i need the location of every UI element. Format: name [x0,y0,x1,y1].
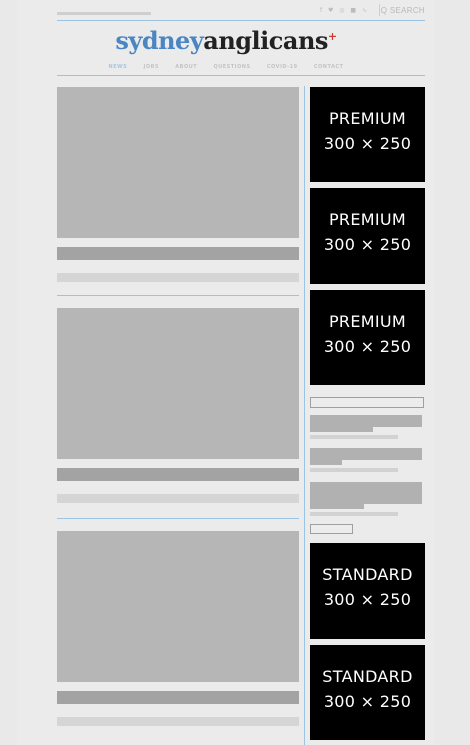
sidebar-input-placeholder[interactable] [310,397,424,408]
ad-size: 300 × 250 [323,337,412,356]
ad-size: 300 × 250 [323,590,412,609]
sidebar-item-placeholder [310,427,373,432]
article-title-placeholder[interactable] [57,691,299,704]
article-meta-placeholder [57,717,299,726]
sidebar-item-meta [310,435,398,439]
ad-standard-1[interactable]: STANDARD 300 × 250 [310,543,425,639]
sidebar-item-meta [310,512,398,516]
nav-item-contact[interactable]: CONTACT [314,64,344,70]
ad-premium-1[interactable]: PREMIUM 300 × 250 [310,87,425,182]
ad-size: 300 × 250 [323,235,412,254]
article-image[interactable] [57,531,299,682]
logo-cross: + [327,30,337,43]
nav-item-covid[interactable]: COVID-19 [267,64,298,70]
social-icons[interactable]: f ♥ ◎ ■ ∿ [320,7,369,14]
nav-divider [57,75,425,76]
article-meta-placeholder [57,273,299,282]
article-title-placeholder[interactable] [57,247,299,260]
nav-item-questions[interactable]: QUESTIONS [213,64,250,70]
article-image[interactable] [57,87,299,238]
nav-item-jobs[interactable]: JOBS [144,64,160,70]
ad-label: STANDARD [322,565,413,584]
nav-item-about[interactable]: ABOUT [175,64,197,70]
article-image[interactable] [57,308,299,459]
ad-premium-3[interactable]: PREMIUM 300 × 250 [310,290,425,385]
top-placeholder-bar [57,12,151,15]
article-divider [57,518,299,519]
sidebar-item-placeholder[interactable] [310,448,422,460]
column-divider [304,86,305,745]
header-divider [57,20,425,21]
page: f ♥ ◎ ■ ∿ Q SEARCH sydneyanglicans+ NEWS… [17,0,435,745]
sidebar-item-placeholder [310,460,342,465]
main-nav: NEWS JOBS ABOUT QUESTIONS COVID-19 CONTA… [17,64,435,70]
article-divider [57,295,299,296]
article-title-placeholder[interactable] [57,468,299,481]
ad-label: PREMIUM [328,210,406,229]
ad-size: 300 × 250 [323,134,412,153]
logo-anglicans: anglicans [203,26,328,55]
ad-premium-2[interactable]: PREMIUM 300 × 250 [310,188,425,284]
site-logo[interactable]: sydneyanglicans+ [17,26,435,55]
ad-label: PREMIUM [328,109,406,128]
ad-size: 300 × 250 [323,692,412,711]
search-link[interactable]: Q SEARCH [381,6,425,15]
article-meta-placeholder [57,494,299,503]
sidebar-item-placeholder [310,504,364,509]
sidebar-item-placeholder[interactable] [310,415,422,427]
logo-sydney: sydney [115,26,204,55]
search-icon: Q [380,6,388,15]
sidebar-item-placeholder[interactable] [310,482,422,504]
ad-label: PREMIUM [328,312,406,331]
ad-label: STANDARD [322,667,413,686]
ad-standard-2[interactable]: STANDARD 300 × 250 [310,645,425,740]
sidebar-item-meta [310,468,398,472]
search-label: SEARCH [389,6,425,15]
sidebar-button-placeholder[interactable] [310,524,353,534]
nav-item-news[interactable]: NEWS [109,64,128,70]
